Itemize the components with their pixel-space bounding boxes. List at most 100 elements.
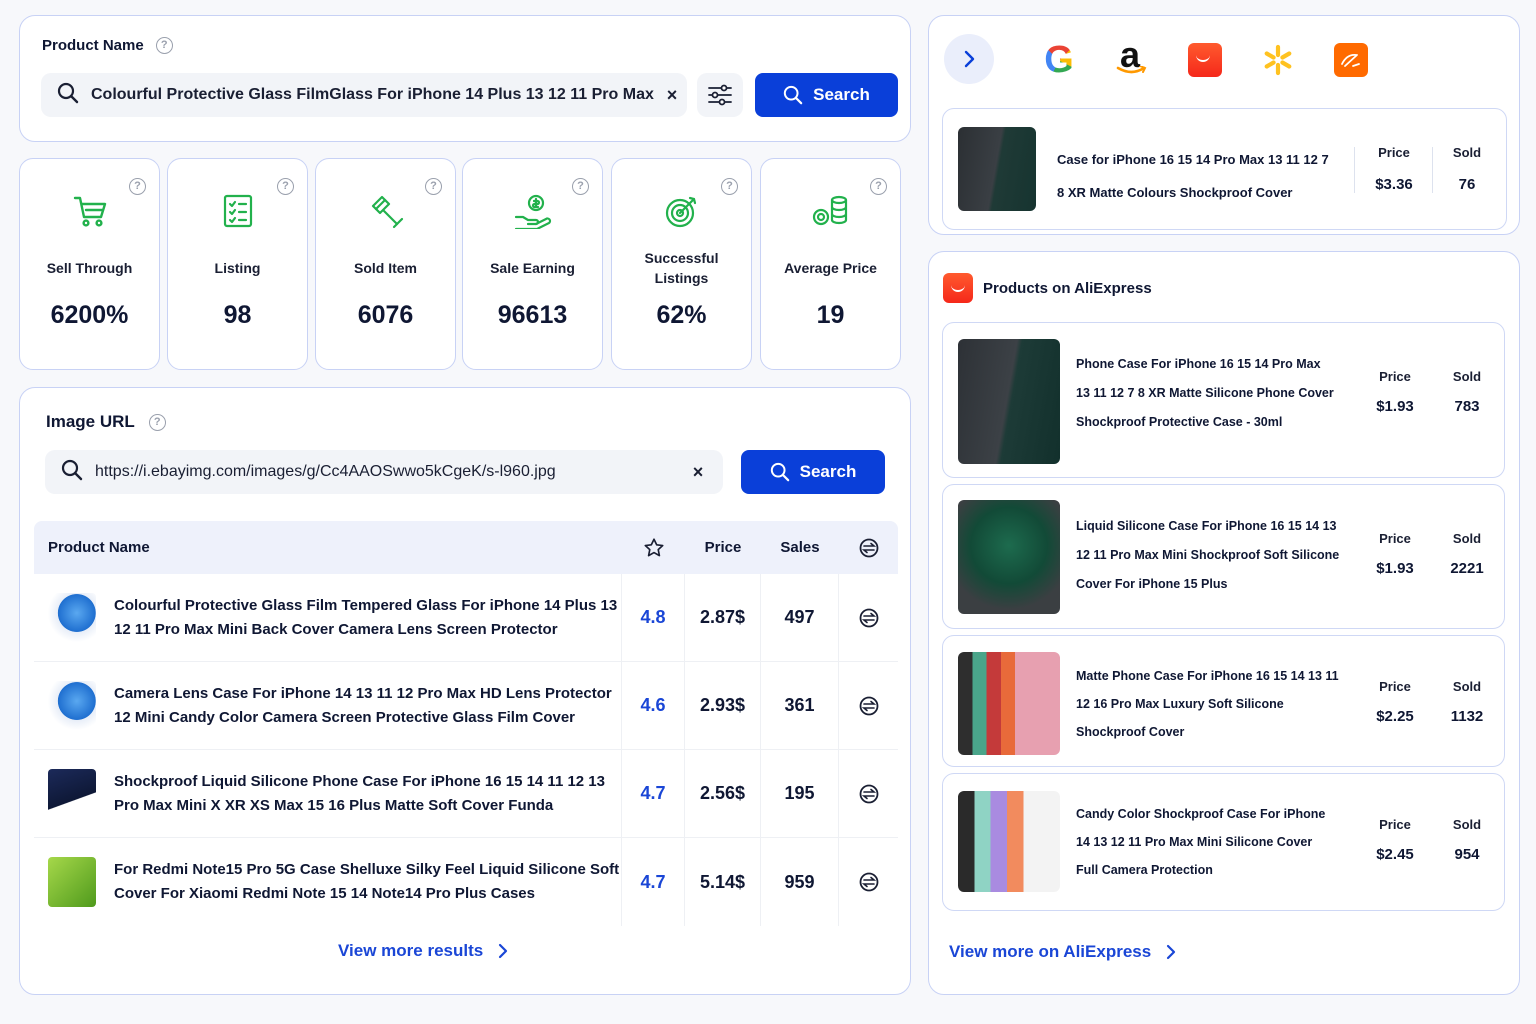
product-rating: 4.7 (640, 783, 666, 803)
product-image (958, 652, 1060, 755)
stat-card-sell-through: ? Sell Through 6200% (19, 158, 160, 370)
column-actions (839, 521, 898, 574)
product-title[interactable]: Case for iPhone 16 15 14 Pro Max 13 11 1… (1057, 143, 1337, 209)
chevron-right-icon (964, 50, 975, 68)
clear-icon[interactable]: × (683, 462, 713, 483)
price-label: Price (1379, 531, 1411, 546)
chevron-right-icon (499, 943, 508, 959)
stat-label: Listing (214, 260, 261, 276)
search-icon (61, 459, 83, 486)
target-icon (612, 193, 751, 229)
sold-label: Sold (1452, 679, 1482, 694)
aliexpress-title: Products on AliExpress (983, 279, 1152, 297)
product-image (958, 791, 1060, 892)
product-name[interactable]: For Redmi Note15 Pro 5G Case Shelluxe Si… (114, 858, 621, 906)
product-sold: 76 (1458, 176, 1476, 193)
money-hand-icon (463, 193, 602, 229)
gavel-icon (316, 193, 455, 229)
sources-card: G a Case for iPhone 16 15 14 Pro Max 13 … (928, 15, 1520, 235)
aliexpress-product-card[interactable]: Phone Case For iPhone 16 15 14 Pro Max 1… (942, 322, 1505, 478)
coins-icon (761, 193, 900, 229)
product-thumbnail (48, 592, 96, 643)
search-icon (783, 85, 803, 105)
column-price[interactable]: Price (685, 521, 761, 574)
product-thumbnail (48, 857, 96, 907)
stat-label: Average Price (784, 260, 877, 276)
aliexpress-product-card[interactable]: Liquid Silicone Case For iPhone 16 15 14… (942, 484, 1505, 629)
google-icon[interactable]: G (1041, 39, 1077, 81)
cart-icon (20, 193, 159, 229)
product-title[interactable]: Liquid Silicone Case For iPhone 16 15 14… (1076, 512, 1341, 599)
product-search-card: Product Name ? Colourful Protective Glas… (19, 15, 911, 142)
sold-label: Sold (1452, 145, 1482, 160)
product-title[interactable]: Candy Color Shockproof Case For iPhone 1… (1076, 800, 1336, 884)
product-sales: 361 (784, 695, 815, 715)
alibaba-icon[interactable] (1333, 42, 1369, 78)
product-search-button[interactable]: Search (755, 73, 898, 117)
product-sold: 1132 (1450, 708, 1484, 725)
table-row[interactable]: Colourful Protective Glass Film Tempered… (34, 574, 898, 662)
help-icon[interactable]: ? (155, 37, 173, 54)
product-price: $3.36 (1375, 176, 1413, 193)
compare-icon[interactable] (839, 662, 898, 749)
stat-card-sold-item: ? Sold Item 6076 (315, 158, 456, 370)
view-more-results-link[interactable]: View more results (338, 941, 509, 961)
view-more-label: View more results (338, 941, 484, 960)
compare-icon (859, 538, 878, 557)
compare-icon[interactable] (839, 750, 898, 837)
featured-product-card[interactable]: Case for iPhone 16 15 14 Pro Max 13 11 1… (942, 108, 1507, 230)
table-row[interactable]: For Redmi Note15 Pro 5G Case Shelluxe Si… (34, 838, 898, 926)
view-more-aliexpress-link[interactable]: View more on AliExpress (949, 942, 1177, 962)
aliexpress-product-card[interactable]: Candy Color Shockproof Case For iPhone 1… (942, 773, 1505, 911)
product-sold: 2221 (1450, 560, 1484, 577)
product-search-query[interactable]: Colourful Protective Glass FilmGlass For… (91, 86, 657, 104)
stat-value: 96613 (497, 301, 568, 329)
clear-icon[interactable]: × (657, 85, 687, 106)
chevron-right-icon (1167, 944, 1176, 960)
price-label: Price (1379, 369, 1411, 384)
compare-icon[interactable] (839, 574, 898, 661)
product-search-input[interactable]: Colourful Protective Glass FilmGlass For… (41, 73, 687, 117)
product-title[interactable]: Phone Case For iPhone 16 15 14 Pro Max 1… (1076, 350, 1336, 437)
search-icon (770, 462, 789, 482)
table-header: Product Name Price Sales (34, 521, 898, 574)
image-search-button[interactable]: Search (741, 450, 885, 494)
product-price: 2.56$ (699, 783, 746, 803)
next-button[interactable] (944, 34, 994, 84)
stat-card-sale-earning: ? Sale Earning 96613 (462, 158, 603, 370)
image-url-value[interactable]: https://i.ebayimg.com/images/g/Cc4AAOSww… (95, 463, 683, 481)
search-button-label: Search (813, 85, 870, 104)
product-title[interactable]: Matte Phone Case For iPhone 16 15 14 13 … (1076, 662, 1341, 746)
walmart-icon[interactable] (1260, 42, 1296, 78)
stat-card-successful-listings: ? Successful Listings 62% (611, 158, 752, 370)
table-row[interactable]: Shockproof Liquid Silicone Phone Case Fo… (34, 750, 898, 838)
column-sales[interactable]: Sales (761, 521, 839, 574)
product-thumbnail (48, 680, 96, 731)
aliexpress-logo-icon (943, 273, 973, 303)
filter-button[interactable] (697, 73, 743, 117)
product-name[interactable]: Colourful Protective Glass Film Tempered… (114, 594, 621, 642)
product-sales: 195 (784, 783, 815, 803)
product-price: $2.45 (1376, 846, 1414, 863)
product-price: $1.93 (1376, 398, 1414, 415)
product-sales: 497 (784, 607, 815, 627)
image-search-card: Image URL ? https://i.ebayimg.com/images… (19, 387, 911, 995)
product-name[interactable]: Shockproof Liquid Silicone Phone Case Fo… (114, 770, 621, 818)
image-url-input[interactable]: https://i.ebayimg.com/images/g/Cc4AAOSww… (45, 450, 723, 494)
column-product-name[interactable]: Product Name (34, 521, 622, 574)
amazon-icon[interactable]: a (1114, 34, 1150, 78)
aliexpress-product-card[interactable]: Matte Phone Case For iPhone 16 15 14 13 … (942, 635, 1505, 767)
search-button-label: Search (799, 462, 857, 481)
sold-label: Sold (1452, 531, 1482, 546)
aliexpress-icon[interactable] (1187, 42, 1223, 78)
compare-icon[interactable] (839, 838, 898, 926)
table-row[interactable]: Camera Lens Case For iPhone 14 13 11 12 … (34, 662, 898, 750)
product-sales: 959 (784, 871, 815, 892)
product-name[interactable]: Camera Lens Case For iPhone 14 13 11 12 … (114, 682, 621, 730)
product-price: 2.87$ (699, 607, 746, 627)
stat-card-average-price: ? Average Price 19 (760, 158, 901, 370)
help-icon[interactable]: ? (148, 413, 166, 431)
column-rating[interactable] (622, 521, 685, 574)
stat-value: 62% (656, 301, 707, 329)
product-rating: 4.6 (640, 695, 666, 715)
